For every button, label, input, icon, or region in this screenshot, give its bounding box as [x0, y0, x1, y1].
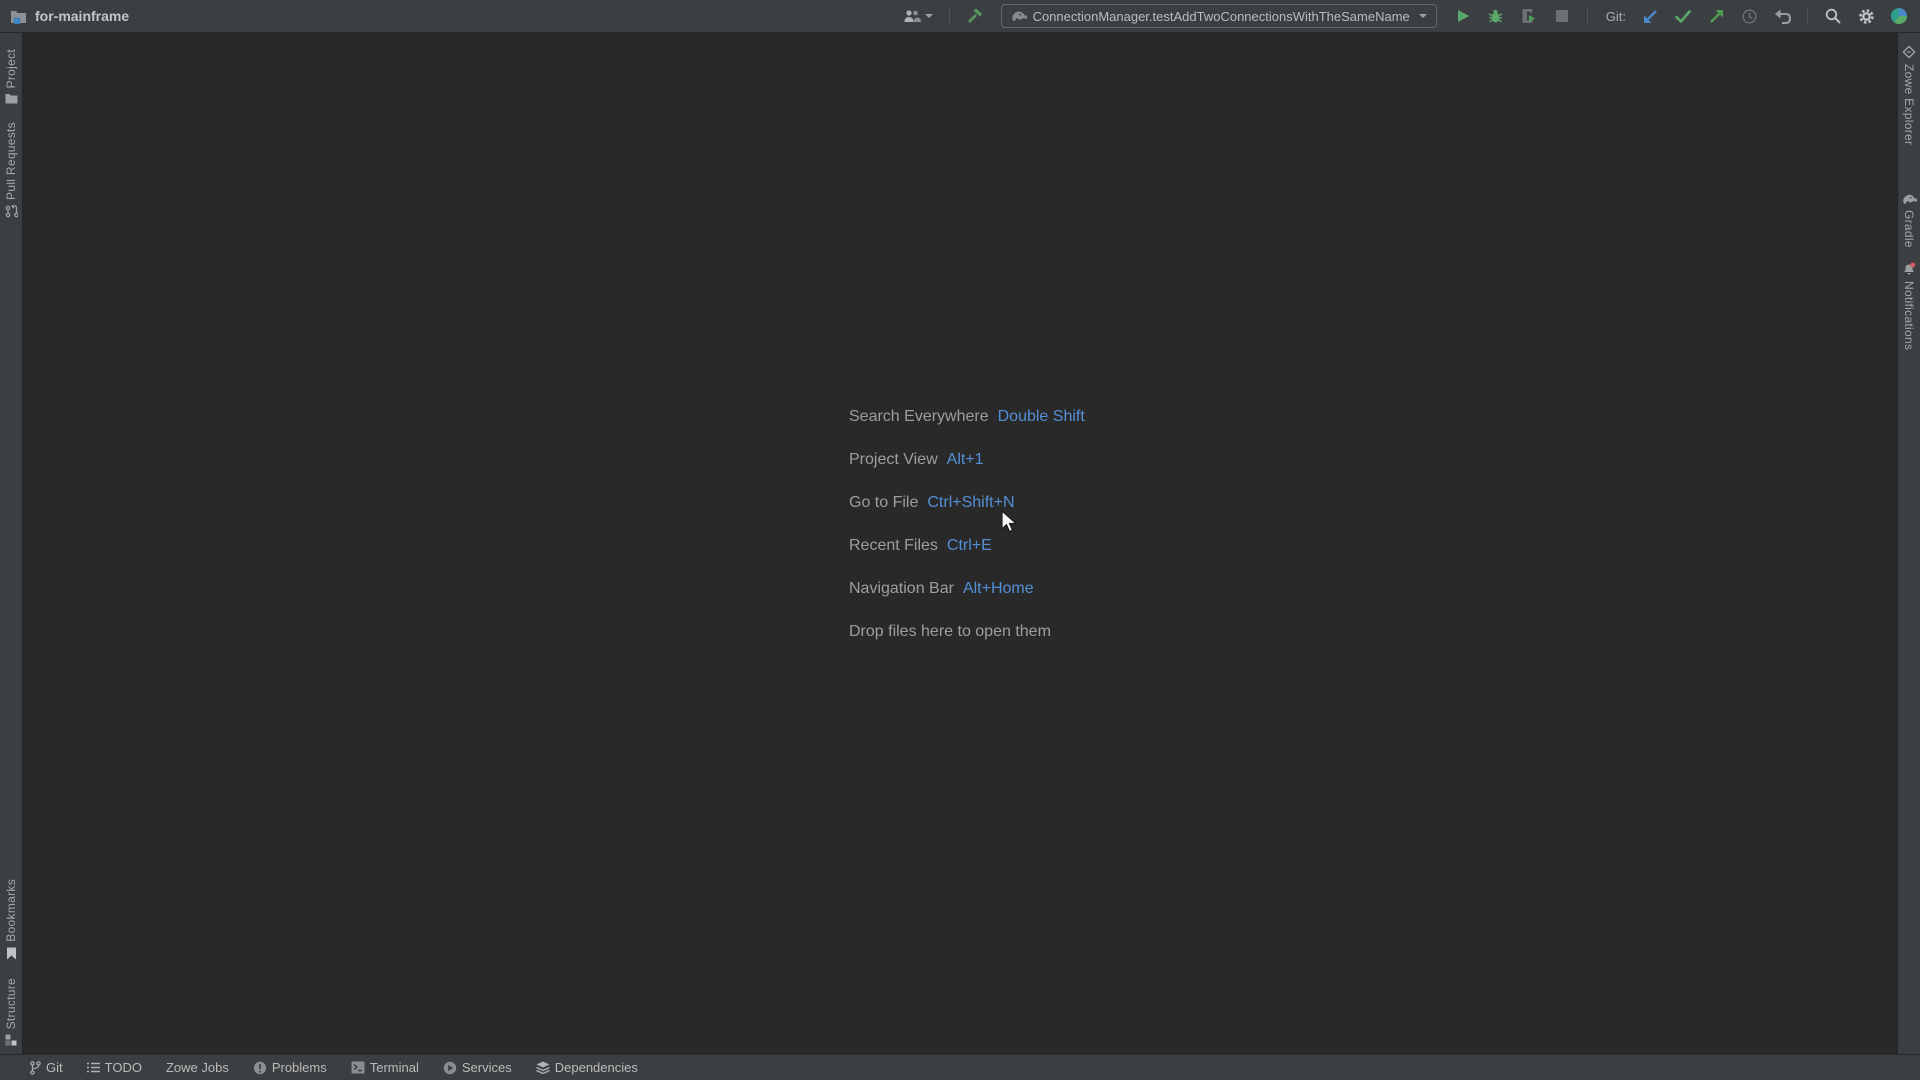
toolbar-separator: [1587, 7, 1588, 25]
shortcut-label: Project View: [849, 451, 938, 468]
statusbar-label: Services: [462, 1060, 512, 1075]
pull-request-icon: [5, 205, 18, 218]
shortcut-row: Project View Alt+1: [849, 451, 1085, 468]
git-commit-check-icon[interactable]: [1672, 5, 1694, 27]
tool-button-gradle[interactable]: Gradle: [1902, 189, 1917, 252]
search-everywhere-icon[interactable]: [1822, 5, 1844, 27]
shortcut-label: Navigation Bar: [849, 580, 954, 597]
tool-button-label: Structure: [4, 978, 18, 1029]
main-toolbar: ConnectionManager.testAddTwoConnectionsW…: [903, 4, 1910, 28]
build-hammer-icon[interactable]: [964, 5, 986, 27]
toolbar-separator: [1807, 7, 1808, 25]
tool-button-label: Zowe Explorer: [1902, 64, 1916, 145]
statusbar-label: Git: [46, 1060, 63, 1075]
dependencies-layers-icon: [536, 1061, 550, 1074]
tool-button-bookmarks[interactable]: Bookmarks: [4, 875, 18, 964]
tool-button-label: Bookmarks: [4, 879, 18, 942]
shortcut-keys: Double Shift: [998, 408, 1085, 425]
run-configuration-select[interactable]: ConnectionManager.testAddTwoConnectionsW…: [1001, 4, 1437, 28]
statusbar-label: Dependencies: [555, 1060, 638, 1075]
ide-logo-icon[interactable]: [1888, 5, 1910, 27]
gradle-elephant-icon: [1902, 193, 1917, 205]
shortcut-label: Recent Files: [849, 537, 938, 554]
statusbar-item-services[interactable]: Services: [443, 1060, 512, 1075]
tool-button-pull-requests[interactable]: Pull Requests: [4, 118, 18, 222]
git-branch-icon: [30, 1061, 41, 1075]
workspace: Project Pull Requests: [0, 33, 1920, 1054]
problems-icon: [253, 1061, 267, 1075]
statusbar-label: Problems: [272, 1060, 327, 1075]
shortcut-row: Go to File Ctrl+Shift+N: [849, 494, 1085, 511]
statusbar-item-git[interactable]: Git: [30, 1060, 63, 1075]
toolbar-separator: [949, 7, 950, 25]
project-widget[interactable]: for-mainframe: [10, 8, 129, 24]
shortcut-label: Go to File: [849, 494, 918, 511]
chevron-down-icon: [925, 14, 933, 18]
statusbar-label: Terminal: [370, 1060, 419, 1075]
run-button[interactable]: [1452, 5, 1474, 27]
settings-gear-icon[interactable]: [1855, 5, 1877, 27]
chevron-down-icon: [1419, 14, 1427, 18]
editor-empty-area: Search Everywhere Double Shift Project V…: [23, 33, 1897, 1054]
ide-window: for-mainframe: [0, 0, 1920, 1080]
tool-button-project[interactable]: Project: [4, 45, 18, 108]
project-name: for-mainframe: [35, 8, 129, 24]
tool-button-structure[interactable]: Structure: [4, 974, 18, 1050]
statusbar-label: TODO: [105, 1060, 142, 1075]
shortcut-keys: Alt+1: [947, 451, 984, 468]
statusbar-label: Zowe Jobs: [166, 1060, 229, 1075]
zowe-icon: [1902, 45, 1916, 59]
statusbar-item-problems[interactable]: Problems: [253, 1060, 327, 1075]
statusbar-item-todo[interactable]: TODO: [87, 1060, 142, 1075]
git-label: Git:: [1606, 9, 1626, 24]
shortcut-keys: Ctrl+E: [947, 537, 992, 554]
code-with-me-users-icon[interactable]: [903, 5, 935, 27]
debug-bug-icon[interactable]: [1485, 5, 1507, 27]
status-bar: Git TODO Zowe Jobs Problems: [0, 1054, 1920, 1080]
shortcut-keys: Ctrl+Shift+N: [927, 494, 1014, 511]
tool-button-notifications[interactable]: Notifications: [1902, 258, 1916, 354]
git-update-icon[interactable]: [1639, 5, 1661, 27]
statusbar-item-dependencies[interactable]: Dependencies: [536, 1060, 638, 1075]
shortcut-keys: Alt+Home: [963, 580, 1034, 597]
rollback-undo-icon[interactable]: [1771, 5, 1793, 27]
run-configuration-name: ConnectionManager.testAddTwoConnectionsW…: [1033, 9, 1410, 24]
tool-button-label: Gradle: [1902, 210, 1916, 248]
shortcut-label: Drop files here to open them: [849, 623, 1051, 640]
stop-button: [1551, 5, 1573, 27]
structure-icon: [5, 1034, 17, 1046]
terminal-icon: [351, 1061, 365, 1074]
statusbar-item-terminal[interactable]: Terminal: [351, 1060, 419, 1075]
git-push-icon[interactable]: [1705, 5, 1727, 27]
statusbar-item-zowe-jobs[interactable]: Zowe Jobs: [166, 1060, 229, 1075]
shortcut-row: Search Everywhere Double Shift: [849, 408, 1085, 425]
project-folder-icon: [10, 9, 27, 24]
tool-button-label: Notifications: [1902, 281, 1916, 350]
shortcut-row: Recent Files Ctrl+E: [849, 537, 1085, 554]
tool-button-label: Project: [4, 49, 18, 88]
left-tool-stripe: Project Pull Requests: [0, 33, 23, 1054]
history-clock-icon: [1738, 5, 1760, 27]
project-folder-icon: [5, 93, 18, 104]
shortcut-row: Navigation Bar Alt+Home: [849, 580, 1085, 597]
shortcut-label: Search Everywhere: [849, 408, 989, 425]
tool-button-label: Pull Requests: [4, 122, 18, 200]
bell-icon: [1902, 262, 1916, 276]
tool-button-zowe-explorer[interactable]: Zowe Explorer: [1902, 41, 1916, 149]
left-stripe-top: Project Pull Requests: [4, 45, 18, 222]
right-tool-stripe: Zowe Explorer Gradle: [1897, 33, 1920, 1054]
gradle-task-icon: [1011, 10, 1027, 22]
bookmark-icon: [6, 947, 17, 960]
title-bar: for-mainframe: [0, 0, 1920, 33]
run-with-coverage-icon[interactable]: [1518, 5, 1540, 27]
shortcut-row: Drop files here to open them: [849, 623, 1085, 640]
todo-list-icon: [87, 1062, 100, 1073]
services-icon: [443, 1061, 457, 1075]
keyboard-shortcuts-hint: Search Everywhere Double Shift Project V…: [849, 408, 1085, 666]
left-stripe-bottom: Bookmarks Structure: [4, 875, 18, 1050]
